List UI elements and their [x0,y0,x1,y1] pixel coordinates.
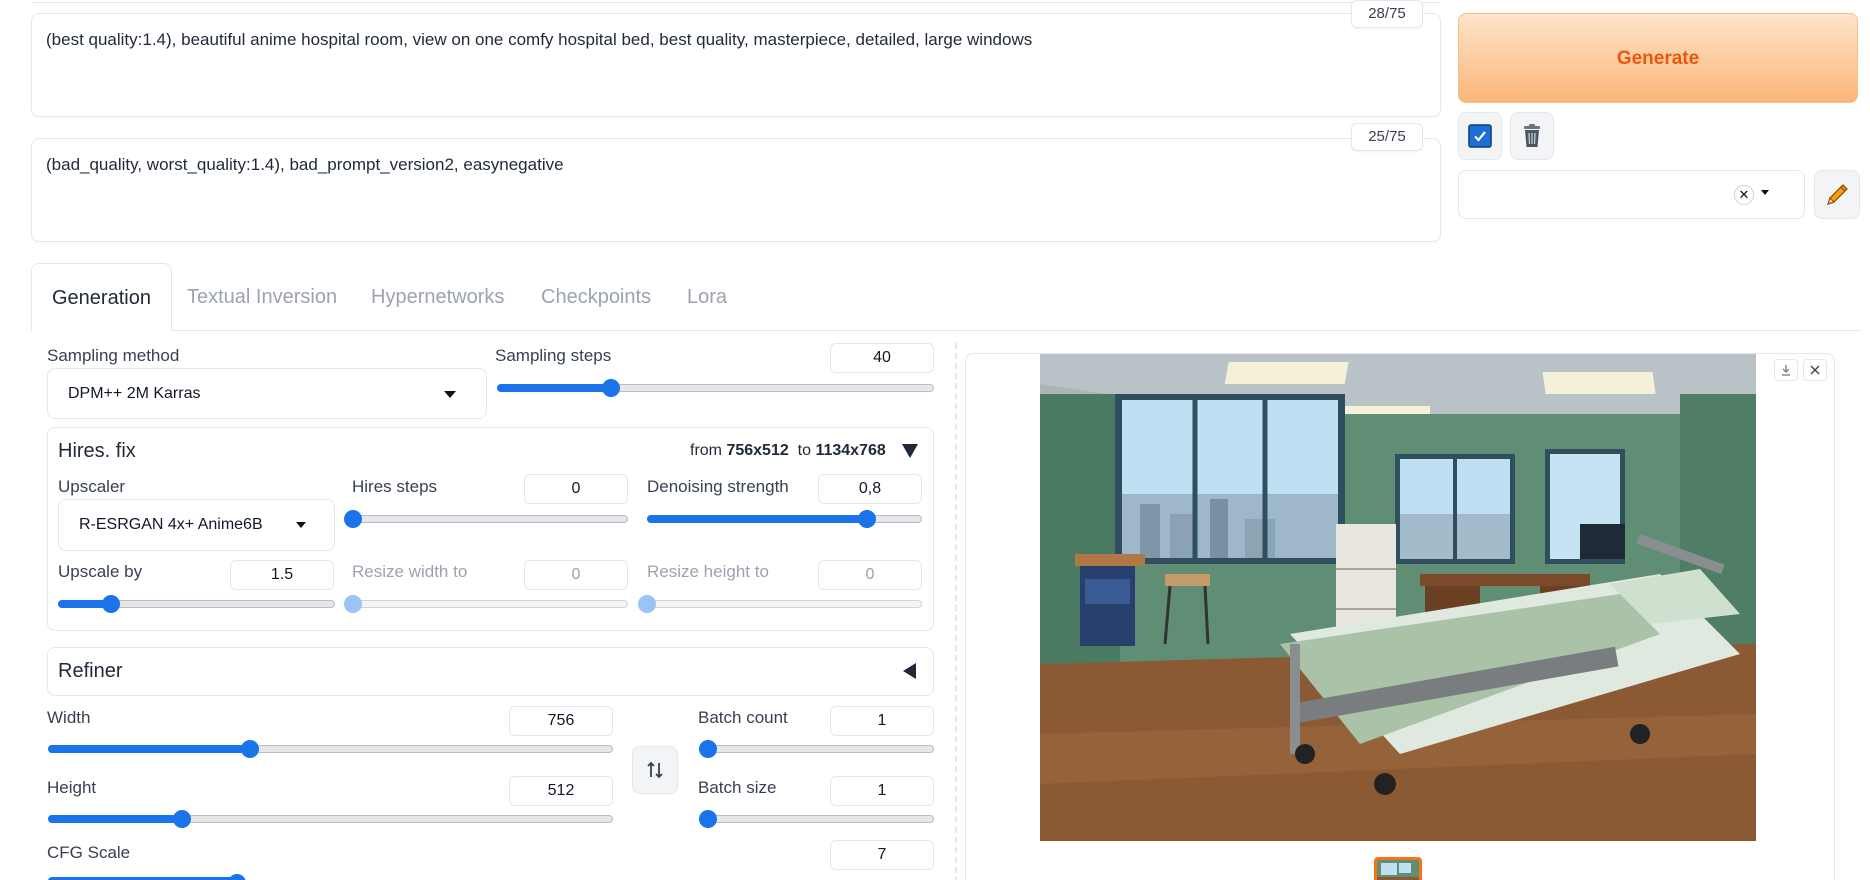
cfg-scale-input[interactable]: 7 [830,840,934,870]
hires-fix-title: Hires. fix [58,440,136,462]
refiner-title: Refiner [58,660,123,682]
sampling-steps-label: Sampling steps [495,346,612,365]
width-input[interactable]: 756 [509,706,613,736]
batch-count-input[interactable]: 1 [830,706,934,736]
hires-from-prefix: from [690,442,727,459]
download-button[interactable] [1774,359,1798,381]
slider-thumb[interactable] [344,510,362,528]
paste-checkbox-button[interactable] [1458,112,1502,160]
gallery-thumbnail[interactable] [1374,857,1422,880]
pencil-icon [1827,183,1848,205]
close-image-button[interactable] [1803,359,1827,381]
slider-thumb[interactable] [240,740,259,758]
upscale-by-input[interactable]: 1.5 [230,560,334,590]
resize-width-slider[interactable] [344,594,628,614]
upscale-by-label: Upscale by [58,562,143,581]
thumbnail-image [1377,860,1419,880]
width-slider[interactable] [48,739,613,759]
hires-to-value: 1134x768 [815,442,886,459]
tab-lora[interactable]: Lora [687,263,727,331]
batch-count-label: Batch count [698,708,788,727]
checkbox-icon [1468,124,1492,148]
negative-token-counter: 25/75 [1351,123,1423,151]
collapse-toggle-icon[interactable] [902,444,918,458]
denoising-strength-input[interactable]: 0,8 [818,474,922,504]
sampling-method-select[interactable]: DPM++ 2M Karras [47,368,487,419]
trash-icon [1524,124,1540,147]
tab-textual-inversion[interactable]: Textual Inversion [187,263,337,331]
hires-steps-slider[interactable] [344,509,628,529]
sampling-method-value: DPM++ 2M Karras [68,384,201,402]
tab-hypernetworks[interactable]: Hypernetworks [371,263,504,331]
slider-thumb[interactable] [228,874,246,880]
top-divider [31,0,1441,3]
resize-width-input[interactable]: 0 [524,560,628,590]
swap-arrows-icon [647,761,663,779]
width-label: Width [47,708,91,727]
upscale-by-slider[interactable] [58,594,335,614]
refiner-panel[interactable]: Refiner [47,647,934,696]
cfg-scale-label: CFG Scale [47,843,131,862]
slider-thumb[interactable] [858,510,876,528]
hires-steps-input[interactable]: 0 [524,474,628,504]
positive-prompt-input[interactable]: (best quality:1.4), beautiful anime hosp… [31,13,1441,117]
batch-size-input[interactable]: 1 [830,776,934,806]
slider-thumb[interactable] [699,810,717,828]
resize-height-slider[interactable] [638,594,922,614]
resize-height-label: Resize height to [647,562,769,581]
upscaler-value: R-ESRGAN 4x+ Anime6B [79,516,263,533]
chevron-down-icon [444,390,456,398]
styles-dropdown[interactable]: ✕ [1458,170,1805,219]
upscaler-select[interactable]: R-ESRGAN 4x+ Anime6B [58,499,335,551]
tab-checkpoints[interactable]: Checkpoints [541,263,651,331]
close-icon [1810,365,1820,375]
batch-count-slider[interactable] [699,739,934,759]
height-input[interactable]: 512 [509,776,613,806]
positive-token-counter: 28/75 [1351,0,1423,28]
slider-thumb[interactable] [638,595,656,613]
generated-image[interactable] [1040,354,1756,841]
swap-dimensions-button[interactable] [632,746,678,794]
negative-prompt-text: (bad_quality, worst_quality:1.4), bad_pr… [46,155,564,174]
sampling-method-label: Sampling method [47,346,180,365]
upscaler-label: Upscaler [58,477,126,496]
expand-toggle-icon[interactable] [903,663,916,679]
chevron-down-icon[interactable] [1761,190,1769,195]
close-icon[interactable]: ✕ [1734,185,1754,205]
batch-size-slider[interactable] [699,809,934,829]
hires-to-prefix: to [797,442,816,459]
hires-steps-label: Hires steps [352,477,438,496]
negative-prompt-input[interactable]: (bad_quality, worst_quality:1.4), bad_pr… [31,138,1441,242]
positive-prompt-text: (best quality:1.4), beautiful anime hosp… [46,30,1033,49]
slider-thumb[interactable] [699,740,717,758]
hires-resolution-info: from 756x512 to 1134x768 [690,442,886,460]
edit-styles-button[interactable] [1814,170,1860,219]
cfg-scale-slider[interactable] [48,874,934,880]
sampling-steps-slider[interactable] [497,378,934,398]
chevron-down-icon [296,522,306,528]
batch-size-label: Batch size [698,778,777,797]
slider-thumb[interactable] [101,595,120,613]
slider-thumb[interactable] [344,595,362,613]
slider-thumb[interactable] [601,379,620,397]
generate-button[interactable]: Generate [1458,13,1858,103]
denoising-strength-label: Denoising strength [647,477,789,496]
resize-width-label: Resize width to [352,562,468,581]
tab-generation[interactable]: Generation [31,263,172,331]
clear-prompt-button[interactable] [1510,112,1554,160]
download-icon [1782,365,1790,376]
height-label: Height [47,778,97,797]
denoising-strength-slider[interactable] [647,509,922,529]
resize-height-input[interactable]: 0 [818,560,922,590]
sampling-steps-input[interactable]: 40 [830,343,934,373]
hires-from-value: 756x512 [726,442,789,459]
slider-thumb[interactable] [172,810,191,828]
tab-bar: Generation Textual Inversion Hypernetwor… [31,263,1861,331]
height-slider[interactable] [48,809,613,829]
